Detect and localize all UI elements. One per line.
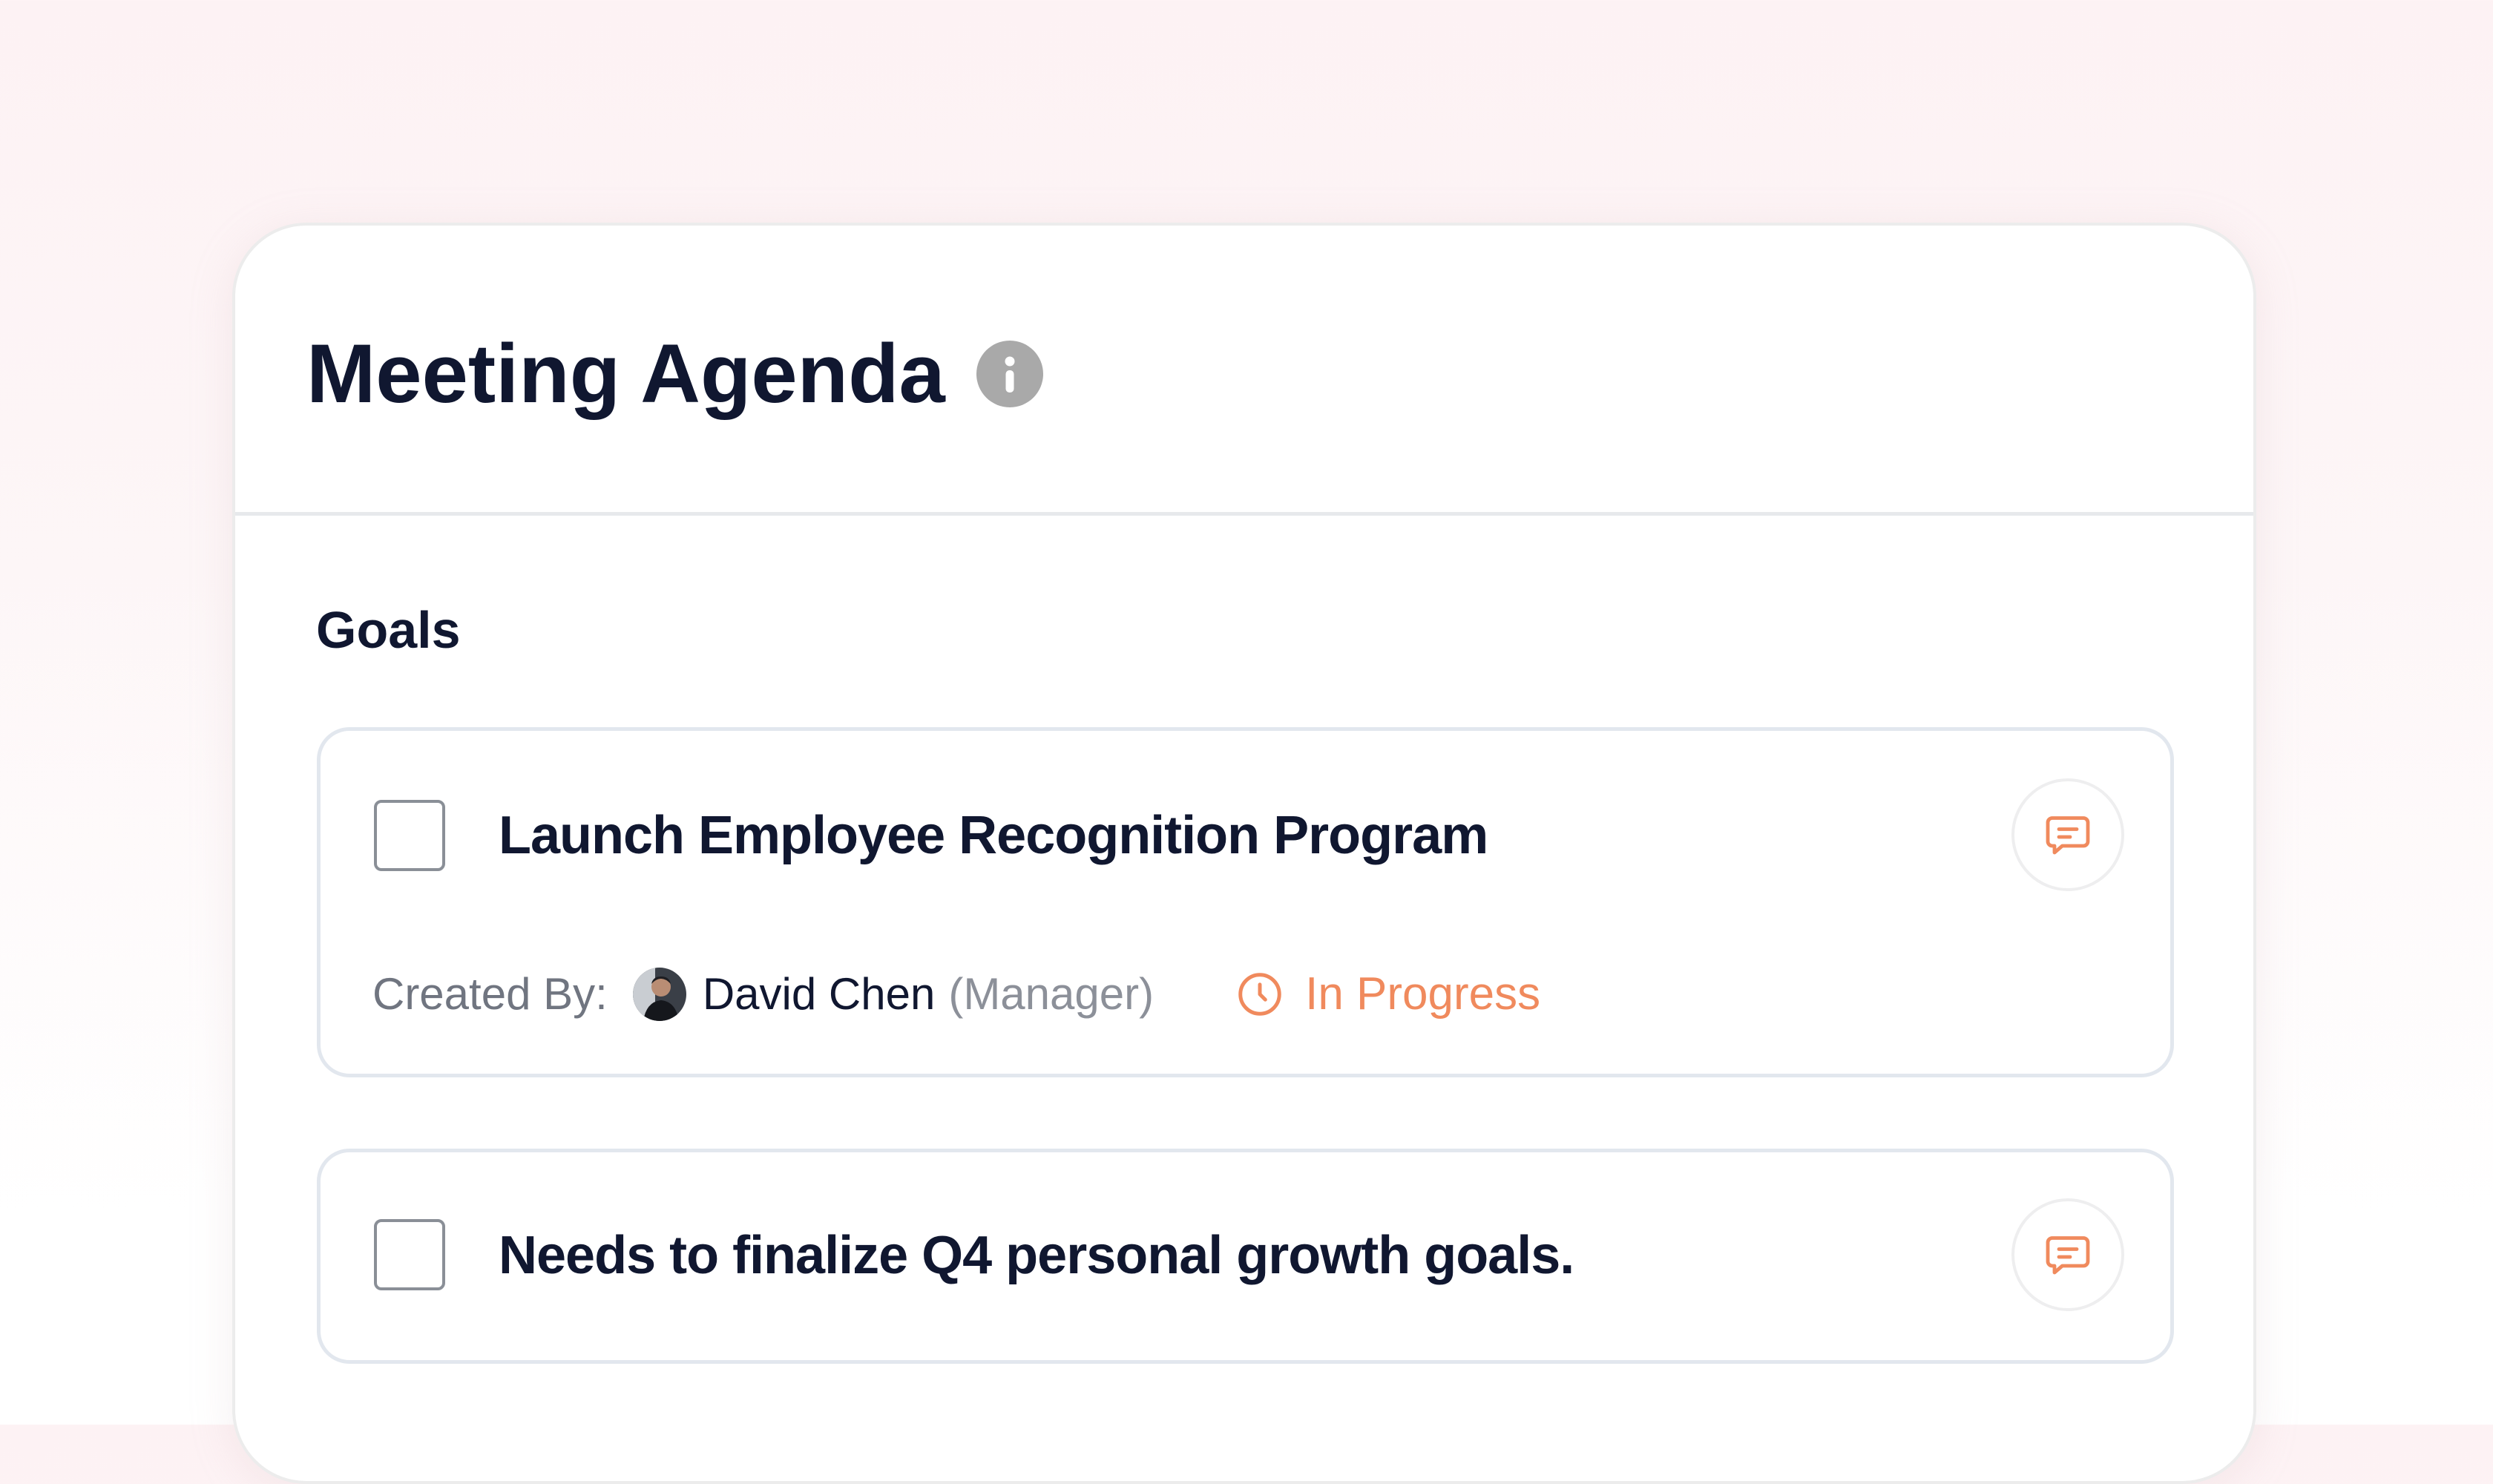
page-title: Meeting Agenda xyxy=(306,327,945,420)
comment-icon xyxy=(2046,1236,2090,1275)
title-row: Meeting Agenda xyxy=(306,322,1043,426)
goal-title: Needs to finalize Q4 personal growth goa… xyxy=(499,1226,1574,1285)
goal-meta: Created By: David Chen (Manager) In Prog… xyxy=(372,965,1540,1024)
comment-button[interactable] xyxy=(2011,778,2124,891)
creator-role: (Manager) xyxy=(948,969,1154,1019)
goal-title: Launch Employee Recognition Program xyxy=(499,806,1488,865)
status-badge: In Progress xyxy=(1234,968,1540,1020)
created-by-label: Created By: xyxy=(372,969,608,1019)
meeting-agenda-card: Meeting Agenda Goals Launch Employee Rec… xyxy=(232,223,2256,1484)
avatar xyxy=(632,968,686,1021)
comment-icon xyxy=(2046,816,2090,855)
comment-button[interactable] xyxy=(2011,1198,2124,1311)
section-title-goals: Goals xyxy=(316,601,461,659)
goal-checkbox[interactable] xyxy=(374,800,445,871)
status-text: In Progress xyxy=(1305,968,1541,1020)
clock-icon xyxy=(1234,968,1286,1020)
goal-item: Needs to finalize Q4 personal growth goa… xyxy=(317,1149,2174,1364)
info-icon[interactable] xyxy=(976,341,1043,407)
creator-name[interactable]: David Chen xyxy=(703,972,936,1017)
goal-item: Launch Employee Recognition Program Crea… xyxy=(317,727,2174,1077)
card-header: Meeting Agenda xyxy=(235,226,2253,516)
goal-checkbox[interactable] xyxy=(374,1219,445,1290)
